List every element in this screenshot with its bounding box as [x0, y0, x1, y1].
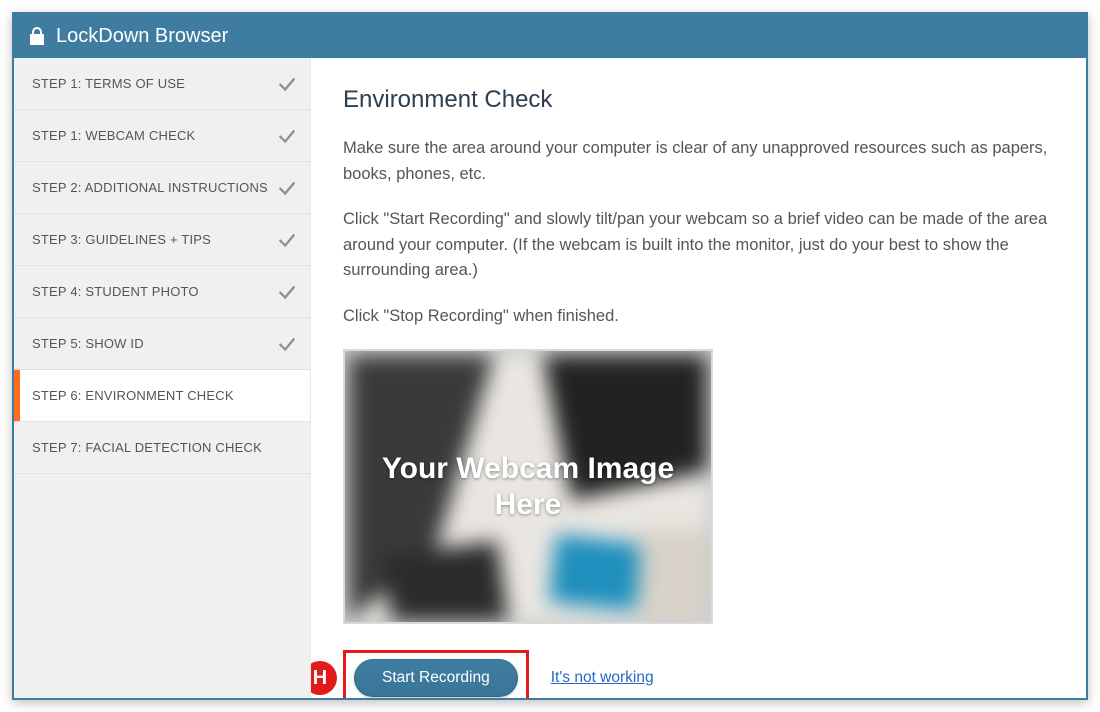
instruction-paragraph: Click "Start Recording" and slowly tilt/… — [343, 207, 1050, 284]
step-label: STEP 5: SHOW ID — [32, 336, 276, 351]
active-indicator — [14, 370, 20, 421]
title-bar: LockDown Browser — [14, 14, 1086, 58]
checkmark-icon — [276, 281, 298, 303]
sidebar-step-student-photo[interactable]: STEP 4: STUDENT PHOTO — [14, 266, 310, 318]
step-label: STEP 2: ADDITIONAL INSTRUCTIONS — [32, 180, 276, 195]
step-label: STEP 3: GUIDELINES + TIPS — [32, 232, 276, 247]
step-label: STEP 4: STUDENT PHOTO — [32, 284, 276, 299]
instruction-paragraph: Click "Stop Recording" when finished. — [343, 304, 1050, 330]
checkmark-icon — [276, 229, 298, 251]
not-working-link[interactable]: It's not working — [551, 669, 654, 687]
step-label: STEP 1: WEBCAM CHECK — [32, 128, 276, 143]
start-recording-button[interactable]: Start Recording — [354, 659, 518, 697]
sidebar-step-facial-detection-check[interactable]: STEP 7: FACIAL DETECTION CHECK — [14, 422, 310, 474]
body: STEP 1: TERMS OF USE STEP 1: WEBCAM CHEC… — [14, 58, 1086, 698]
instruction-paragraph: Make sure the area around your computer … — [343, 136, 1050, 187]
checkmark-icon — [276, 177, 298, 199]
sidebar-step-additional-instructions[interactable]: STEP 2: ADDITIONAL INSTRUCTIONS — [14, 162, 310, 214]
step-label: STEP 7: FACIAL DETECTION CHECK — [32, 440, 298, 455]
sidebar-step-environment-check[interactable]: STEP 6: ENVIRONMENT CHECK — [14, 370, 310, 422]
checkmark-icon — [276, 73, 298, 95]
step-label: STEP 1: TERMS OF USE — [32, 76, 276, 91]
main-content: Environment Check Make sure the area aro… — [311, 58, 1086, 698]
sidebar-step-show-id[interactable]: STEP 5: SHOW ID — [14, 318, 310, 370]
checkmark-icon — [276, 125, 298, 147]
annotation-highlight-box: Start Recording — [343, 650, 529, 698]
step-label: STEP 6: ENVIRONMENT CHECK — [32, 388, 298, 403]
sidebar-step-guidelines-tips[interactable]: STEP 3: GUIDELINES + TIPS — [14, 214, 310, 266]
app-title: LockDown Browser — [56, 25, 228, 48]
webcam-preview: Your Webcam Image Here — [343, 349, 713, 624]
lock-icon — [28, 26, 46, 46]
page-title: Environment Check — [343, 86, 1050, 114]
annotation-marker: H — [311, 661, 337, 695]
action-row: H Start Recording It's not working — [343, 650, 1050, 698]
webcam-placeholder-text: Your Webcam Image Here — [345, 451, 711, 523]
sidebar-step-webcam-check[interactable]: STEP 1: WEBCAM CHECK — [14, 110, 310, 162]
sidebar-step-terms-of-use[interactable]: STEP 1: TERMS OF USE — [14, 58, 310, 110]
sidebar: STEP 1: TERMS OF USE STEP 1: WEBCAM CHEC… — [14, 58, 311, 698]
app-window: LockDown Browser STEP 1: TERMS OF USE ST… — [12, 12, 1088, 700]
checkmark-icon — [276, 333, 298, 355]
